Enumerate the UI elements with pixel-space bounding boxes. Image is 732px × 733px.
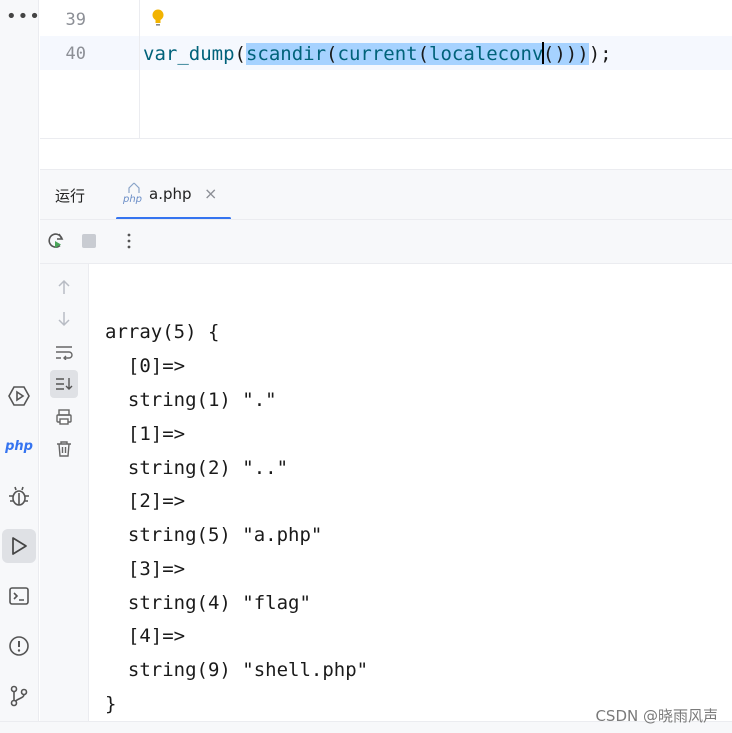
services-icon[interactable] [2,379,36,413]
code-token: localeconv [429,43,544,65]
rerun-icon[interactable] [45,230,67,252]
problems-icon[interactable] [2,629,36,663]
activity-bar: ••• php [0,0,41,733]
console-line: string(2) ".." [105,457,289,479]
print-icon[interactable] [50,403,78,431]
console-line: } [105,693,117,715]
stop-icon[interactable] [78,230,100,252]
code-token: ( [326,43,338,65]
editor-gutter: 39 40 [40,0,164,138]
console-line: string(1) "." [105,389,277,411]
gutter-separator [139,0,140,138]
code-token: scandir [245,43,327,65]
more-horizontal-icon[interactable]: ••• [6,8,41,26]
code-token: ())) [542,43,589,65]
terminal-icon[interactable] [2,579,36,613]
soft-wrap-icon[interactable] [50,338,78,366]
bulb-icon[interactable] [150,8,166,32]
console-line: string(4) "flag" [105,592,311,614]
console-line: [1]=> [105,423,186,445]
tool-window-title: 运行 [55,187,86,205]
console-line: string(5) "a.php" [105,524,323,546]
tab-a-php[interactable]: php a.php × [116,176,231,220]
trash-icon[interactable] [50,435,78,463]
console-line: array(5) { [105,321,220,343]
console-line: string(9) "shell.php" [105,659,369,681]
code-token: ( [417,43,430,65]
console-line: [3]=> [105,558,186,580]
php-file-icon: php [122,181,145,205]
code-token: current [337,43,418,65]
code-editor[interactable]: 39 40 var_dump(scandir(current(localecon… [40,0,732,138]
debug-icon[interactable] [2,479,36,513]
svg-text:php: php [123,194,142,205]
console-line: [2]=> [105,490,186,512]
more-vertical-icon[interactable] [118,230,140,252]
code-token: ); [588,43,612,65]
console-line: [4]=> [105,625,186,647]
run-tool-window-header: 运行 php a.php × [40,169,732,220]
code-line-40[interactable]: var_dump(scandir(current(localeconv())))… [143,41,612,67]
git-icon[interactable] [2,679,36,713]
code-token: var_dump [143,43,235,65]
line-number: 39 [65,10,86,30]
close-icon[interactable]: × [204,184,217,203]
tab-label: a.php [149,185,192,203]
editor-bottom-area [40,138,732,169]
arrow-down-icon[interactable] [50,305,78,333]
run-toolbar [40,219,732,264]
run-icon[interactable] [2,529,36,563]
scroll-to-end-icon[interactable] [50,370,78,398]
arrow-up-icon[interactable] [50,273,78,301]
console-output[interactable]: array(5) { [0]=> string(1) "." [1]=> str… [89,264,732,721]
php-label: php [5,438,33,454]
php-icon[interactable]: php [2,429,36,463]
watermark: CSDN @晓雨风声 [595,707,718,725]
code-selection: scandir(current(localeconv())) [245,42,589,65]
code-token: ( [234,43,246,65]
console-line: [0]=> [105,355,186,377]
console-side-toolbar [40,264,89,721]
line-number: 40 [65,44,86,64]
